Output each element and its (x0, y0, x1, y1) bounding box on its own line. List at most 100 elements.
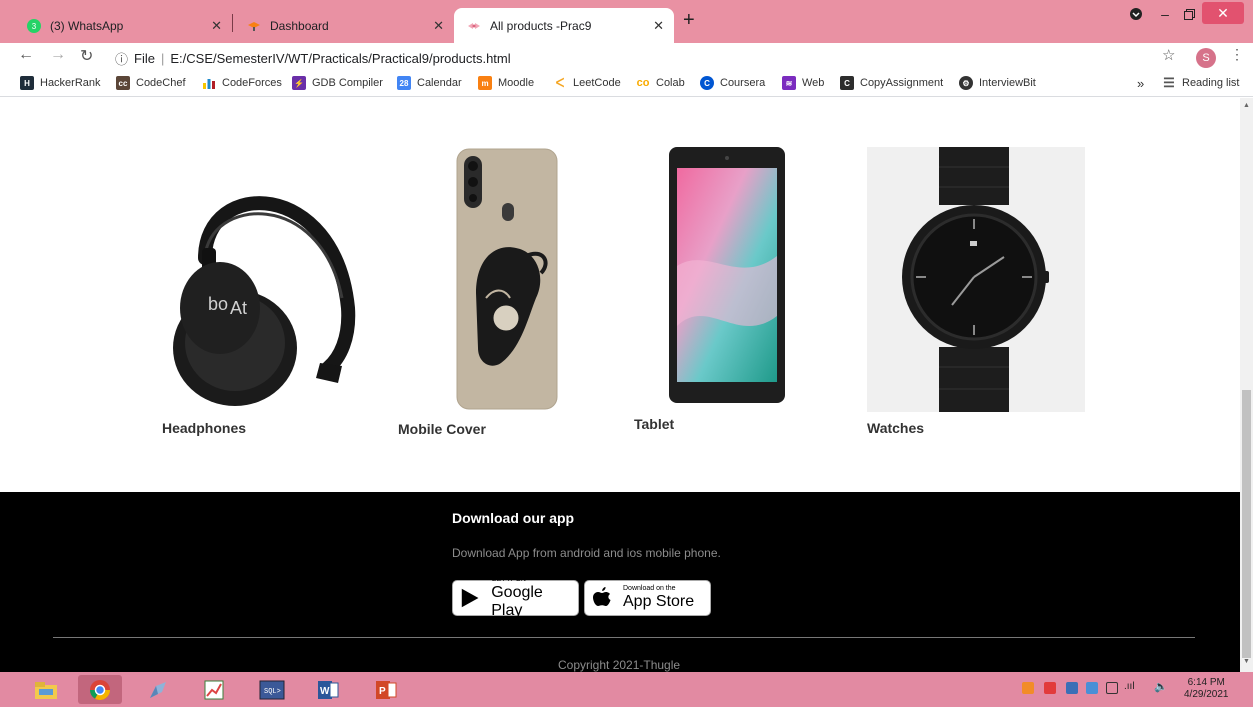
bookmark-label: InterviewBit (979, 77, 1036, 89)
tray-app-icon[interactable] (1022, 682, 1034, 694)
bookmark-web[interactable]: ≋ Web (782, 76, 824, 90)
headphones-image[interactable]: bo At (170, 158, 370, 408)
product-name[interactable]: Mobile Cover (398, 421, 486, 437)
copyassignment-icon: C (840, 76, 854, 90)
svg-text:W: W (320, 686, 330, 697)
close-tab-icon[interactable]: ✕ (433, 18, 444, 34)
whatsapp-icon: 3 (26, 18, 42, 34)
url-text: E:/CSE/SemesterIV/WT/Practicals/Practica… (170, 50, 511, 66)
bookmark-label: Moodle (498, 77, 535, 89)
google-play-small-text: GET IT ON (491, 576, 526, 583)
clock-time: 6:14 PM (1187, 677, 1225, 688)
moodle-hat-icon (246, 18, 262, 34)
app-store-badge[interactable]: Download on the App Store (584, 580, 711, 616)
minimize-icon[interactable]: – (1152, 0, 1178, 28)
profile-avatar[interactable]: S (1196, 48, 1216, 68)
profile-menu-icon[interactable] (1126, 0, 1146, 28)
restore-icon[interactable] (1178, 0, 1200, 28)
url-scheme: File (134, 50, 155, 66)
bookmark-codechef[interactable]: cc CodeChef (116, 76, 186, 90)
bookmark-label: CodeChef (136, 77, 186, 89)
bookmark-hackerrank[interactable]: H HackerRank (20, 76, 101, 90)
bookmark-coursera[interactable]: C Coursera (700, 76, 765, 90)
bookmark-gdb-compiler[interactable]: ⚡ GDB Compiler (292, 76, 383, 90)
tray-action-center-icon[interactable] (1066, 682, 1078, 694)
signal-strength-icon[interactable]: .ııl (1124, 681, 1135, 692)
tab-whatsapp[interactable]: 3 (3) WhatsApp ✕ (14, 8, 232, 43)
reading-list-button[interactable]: ☰ Reading list (1162, 75, 1240, 90)
tray-network-adapter-icon[interactable] (1106, 682, 1118, 694)
back-arrow-icon[interactable]: ← (18, 46, 34, 64)
tray-antivirus-icon[interactable] (1044, 682, 1056, 694)
bookmark-label: LeetCode (573, 77, 621, 89)
close-tab-icon[interactable]: ✕ (653, 18, 664, 34)
product-name[interactable]: Tablet (634, 416, 674, 432)
bookmark-colab[interactable]: co Colab (636, 76, 685, 90)
product-name[interactable]: Headphones (162, 420, 246, 436)
google-play-badge[interactable]: GET IT ON Google Play (452, 576, 579, 619)
tab-dashboard[interactable]: Dashboard ✕ (234, 8, 454, 43)
bookmarks-overflow-button[interactable]: » (1137, 76, 1144, 91)
paint-brush-icon[interactable] (136, 675, 180, 704)
close-tab-icon[interactable]: ✕ (211, 18, 222, 34)
address-bar[interactable]: ⓘ File | E:/CSE/SemesterIV/WT/Practicals… (115, 47, 511, 69)
bookmark-label: CodeForces (222, 77, 282, 89)
svg-text:3: 3 (32, 22, 37, 31)
powerpoint-icon[interactable]: P (364, 675, 408, 704)
reload-icon[interactable]: ↻ (80, 46, 93, 66)
kebab-menu-icon[interactable]: ⋮ (1230, 46, 1244, 63)
scroll-down-arrow-icon[interactable]: ▼ (1243, 658, 1250, 665)
close-window-icon[interactable]: ✕ (1202, 2, 1244, 24)
bookmark-interviewbit[interactable]: ⚙ InterviewBit (959, 76, 1036, 90)
watch-image[interactable] (867, 147, 1085, 412)
file-explorer-icon[interactable] (24, 675, 68, 704)
word-icon[interactable]: W (306, 675, 350, 704)
bookmark-codeforces[interactable]: CodeForces (202, 76, 282, 90)
volume-icon[interactable]: 🔈 (1154, 680, 1168, 693)
bookmark-star-icon[interactable]: ☆ (1162, 46, 1175, 64)
bookmark-copyassignment[interactable]: C CopyAssignment (840, 76, 943, 90)
svg-text:SQL>: SQL> (264, 688, 281, 696)
info-icon[interactable]: ⓘ (115, 49, 128, 68)
bookmark-leetcode[interactable]: ᐸ LeetCode (553, 76, 621, 90)
tab-title: All products -Prac9 (490, 18, 592, 33)
product-name[interactable]: Watches (867, 420, 924, 436)
chart-app-icon[interactable] (192, 675, 236, 704)
taskbar-clock[interactable]: 6:14 PM 4/29/2021 (1184, 677, 1229, 701)
clock-date: 4/29/2021 (1184, 689, 1229, 700)
tab-all-products[interactable]: All products -Prac9 ✕ (454, 8, 674, 43)
tray-display-icon[interactable] (1086, 682, 1098, 694)
browser-toolbar: ← → ↻ ⓘ File | E:/CSE/SemesterIV/WT/Prac… (0, 43, 1253, 72)
bookmark-label: Coursera (720, 77, 766, 89)
bookmark-moodle[interactable]: m Moodle (478, 76, 534, 90)
tablet-image[interactable] (668, 146, 786, 404)
reading-list-icon: ☰ (1163, 75, 1175, 90)
mobile-cover-image[interactable] (456, 148, 558, 410)
product-card-tablet[interactable]: Tablet (632, 146, 822, 436)
bookmark-label: CopyAssignment (860, 77, 944, 89)
reading-list-label: Reading list (1182, 77, 1240, 89)
bookmark-label: Colab (656, 77, 685, 89)
footer-title: Download our app (452, 510, 575, 526)
vertical-scrollbar[interactable]: ▲ ▼ (1240, 98, 1253, 672)
bookmark-calendar[interactable]: 28 Calendar (397, 76, 462, 90)
scroll-up-arrow-icon[interactable]: ▲ (1243, 102, 1250, 109)
gdb-compiler-icon: ⚡ (292, 76, 306, 90)
bookmark-label: HackerRank (40, 77, 101, 89)
site-footer: Download our app Download App from andro… (0, 492, 1240, 672)
new-tab-button[interactable]: + (683, 9, 695, 32)
product-card-mobile-cover[interactable]: Mobile Cover (396, 148, 566, 440)
sql-terminal-icon[interactable]: SQL> (250, 675, 294, 704)
chrome-taskbar-icon[interactable] (78, 675, 122, 704)
svg-text:bo: bo (208, 294, 228, 314)
interviewbit-icon: ⚙ (959, 76, 973, 90)
moodle-icon: m (478, 76, 492, 90)
forward-arrow-icon[interactable]: → (50, 46, 66, 64)
windows-taskbar: SQL> W P .ııl 🔈 6:14 PM 4/29/2021 (0, 672, 1253, 707)
browser-tab-strip: 3 (3) WhatsApp ✕ Dashboard ✕ All product… (0, 0, 1253, 43)
codeforces-icon (202, 76, 216, 90)
product-card-headphones[interactable]: bo At Headphones (160, 150, 370, 440)
scrollbar-thumb[interactable] (1242, 390, 1251, 658)
product-card-watches[interactable]: Watches (866, 146, 1086, 438)
colab-icon: co (636, 77, 650, 89)
